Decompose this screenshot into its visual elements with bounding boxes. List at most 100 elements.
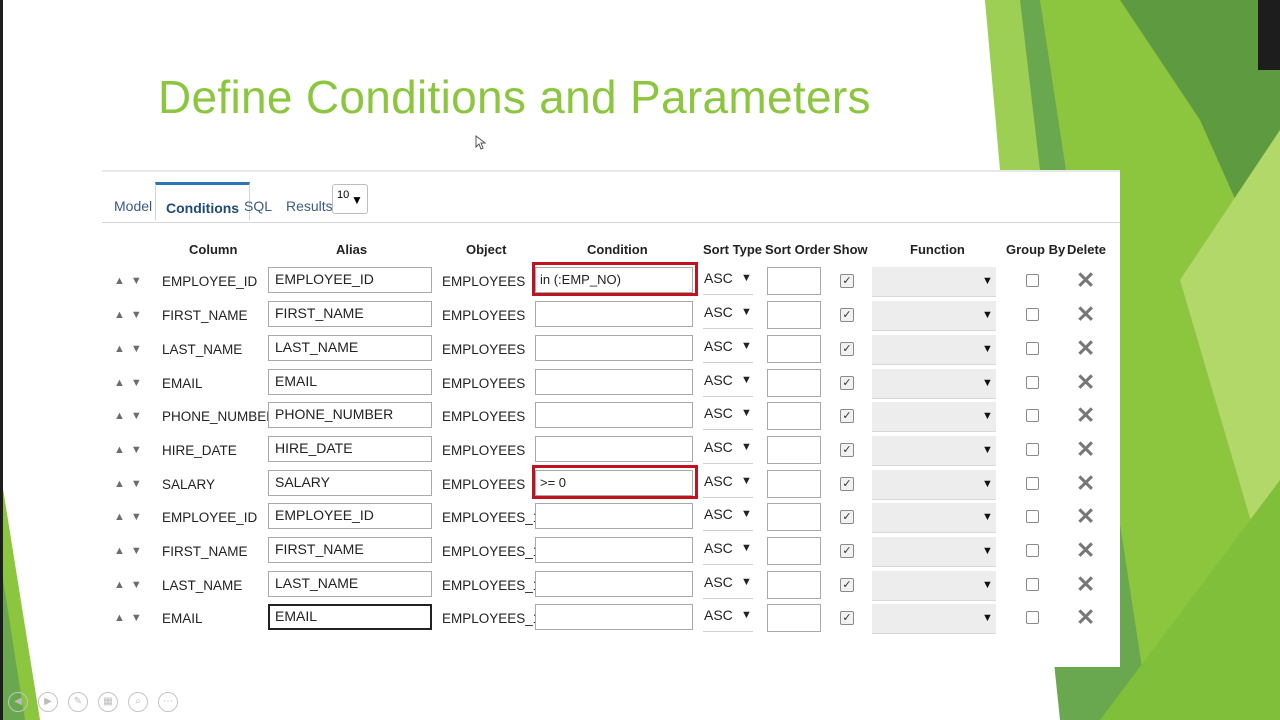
tab-results[interactable]: Results [286,198,333,214]
sort-type-select[interactable]: ASC ▼ [703,537,753,565]
show-checkbox[interactable]: ✓ [840,443,854,457]
alias-input[interactable]: SALARY [268,470,432,496]
sort-type-select[interactable]: ASC ▼ [703,402,753,430]
up-triangle-icon[interactable]: ▲ [114,444,131,456]
alias-input[interactable]: FIRST_NAME [268,301,432,327]
group-by-checkbox[interactable] [1026,510,1039,523]
group-by-checkbox[interactable] [1026,443,1039,456]
function-select[interactable]: ▼ [872,436,996,466]
down-triangle-icon[interactable]: ▼ [131,579,148,591]
sort-type-select[interactable]: ASC ▼ [703,436,753,464]
function-select[interactable]: ▼ [872,402,996,432]
sort-type-select[interactable]: ASC ▼ [703,267,753,295]
pen-icon[interactable]: ✎ [68,692,88,712]
reorder-arrows[interactable]: ▲▼ [114,478,148,490]
reorder-arrows[interactable]: ▲▼ [114,410,148,422]
function-select[interactable]: ▼ [872,301,996,331]
alias-input[interactable]: LAST_NAME [268,571,432,597]
group-by-checkbox[interactable] [1026,611,1039,624]
tab-conditions[interactable]: Conditions [155,182,251,221]
reorder-arrows[interactable]: ▲▼ [114,579,148,591]
sort-type-select[interactable]: ASC ▼ [703,571,753,599]
alias-input[interactable]: FIRST_NAME [268,537,432,563]
group-by-checkbox[interactable] [1026,376,1039,389]
reorder-arrows[interactable]: ▲▼ [114,309,148,321]
condition-input[interactable] [535,369,693,395]
function-select[interactable]: ▼ [872,537,996,567]
down-triangle-icon[interactable]: ▼ [131,545,148,557]
sort-order-input[interactable] [767,436,821,464]
up-triangle-icon[interactable]: ▲ [114,612,131,624]
up-triangle-icon[interactable]: ▲ [114,478,131,490]
condition-input[interactable] [535,335,693,361]
alias-input[interactable]: PHONE_NUMBER [268,402,432,428]
previous-slide-icon[interactable]: ◀ [8,692,28,712]
sort-order-input[interactable] [767,301,821,329]
up-triangle-icon[interactable]: ▲ [114,275,131,287]
up-triangle-icon[interactable]: ▲ [114,343,131,355]
up-triangle-icon[interactable]: ▲ [114,410,131,422]
sort-order-input[interactable] [767,369,821,397]
down-triangle-icon[interactable]: ▼ [131,511,148,523]
show-checkbox[interactable]: ✓ [840,308,854,322]
function-select[interactable]: ▼ [872,335,996,365]
down-triangle-icon[interactable]: ▼ [131,444,148,456]
sort-order-input[interactable] [767,470,821,498]
function-select[interactable]: ▼ [872,267,996,297]
show-checkbox[interactable]: ✓ [840,611,854,625]
down-triangle-icon[interactable]: ▼ [131,343,148,355]
condition-input[interactable] [535,402,693,428]
group-by-checkbox[interactable] [1026,342,1039,355]
sort-order-input[interactable] [767,503,821,531]
condition-input[interactable] [535,436,693,462]
up-triangle-icon[interactable]: ▲ [114,309,131,321]
reorder-arrows[interactable]: ▲▼ [114,511,148,523]
alias-input[interactable]: LAST_NAME [268,335,432,361]
up-triangle-icon[interactable]: ▲ [114,377,131,389]
reorder-arrows[interactable]: ▲▼ [114,612,148,624]
down-triangle-icon[interactable]: ▼ [131,612,148,624]
sort-order-input[interactable] [767,571,821,599]
alias-input[interactable]: EMAIL [268,369,432,395]
group-by-checkbox[interactable] [1026,308,1039,321]
sort-order-input[interactable] [767,604,821,632]
reorder-arrows[interactable]: ▲▼ [114,545,148,557]
up-triangle-icon[interactable]: ▲ [114,545,131,557]
delete-x-icon[interactable]: ✕ [1076,538,1095,562]
group-by-checkbox[interactable] [1026,409,1039,422]
show-checkbox[interactable]: ✓ [840,544,854,558]
sort-order-input[interactable] [767,267,821,295]
reorder-arrows[interactable]: ▲▼ [114,377,148,389]
down-triangle-icon[interactable]: ▼ [131,309,148,321]
condition-input[interactable] [535,604,693,630]
down-triangle-icon[interactable]: ▼ [131,478,148,490]
more-icon[interactable]: ⋯ [158,692,178,712]
down-triangle-icon[interactable]: ▼ [131,377,148,389]
sort-type-select[interactable]: ASC ▼ [703,335,753,363]
show-checkbox[interactable]: ✓ [840,477,854,491]
condition-input[interactable] [535,503,693,529]
delete-x-icon[interactable]: ✕ [1076,370,1095,394]
function-select[interactable]: ▼ [872,571,996,601]
rows-count-select[interactable]: 10 ▼ [332,184,368,214]
function-select[interactable]: ▼ [872,369,996,399]
sort-order-input[interactable] [767,537,821,565]
alias-input[interactable]: EMPLOYEE_ID [268,503,432,529]
show-checkbox[interactable]: ✓ [840,274,854,288]
delete-x-icon[interactable]: ✕ [1076,504,1095,528]
up-triangle-icon[interactable]: ▲ [114,511,131,523]
condition-input[interactable] [535,301,693,327]
delete-x-icon[interactable]: ✕ [1076,268,1095,292]
function-select[interactable]: ▼ [872,503,996,533]
show-checkbox[interactable]: ✓ [840,342,854,356]
function-select[interactable]: ▼ [872,470,996,500]
show-checkbox[interactable]: ✓ [840,510,854,524]
sort-type-select[interactable]: ASC ▼ [703,470,753,498]
delete-x-icon[interactable]: ✕ [1076,437,1095,461]
delete-x-icon[interactable]: ✕ [1076,302,1095,326]
delete-x-icon[interactable]: ✕ [1076,605,1095,629]
alias-input[interactable]: HIRE_DATE [268,436,432,462]
group-by-checkbox[interactable] [1026,477,1039,490]
reorder-arrows[interactable]: ▲▼ [114,444,148,456]
zoom-icon[interactable]: ⌕ [128,692,148,712]
